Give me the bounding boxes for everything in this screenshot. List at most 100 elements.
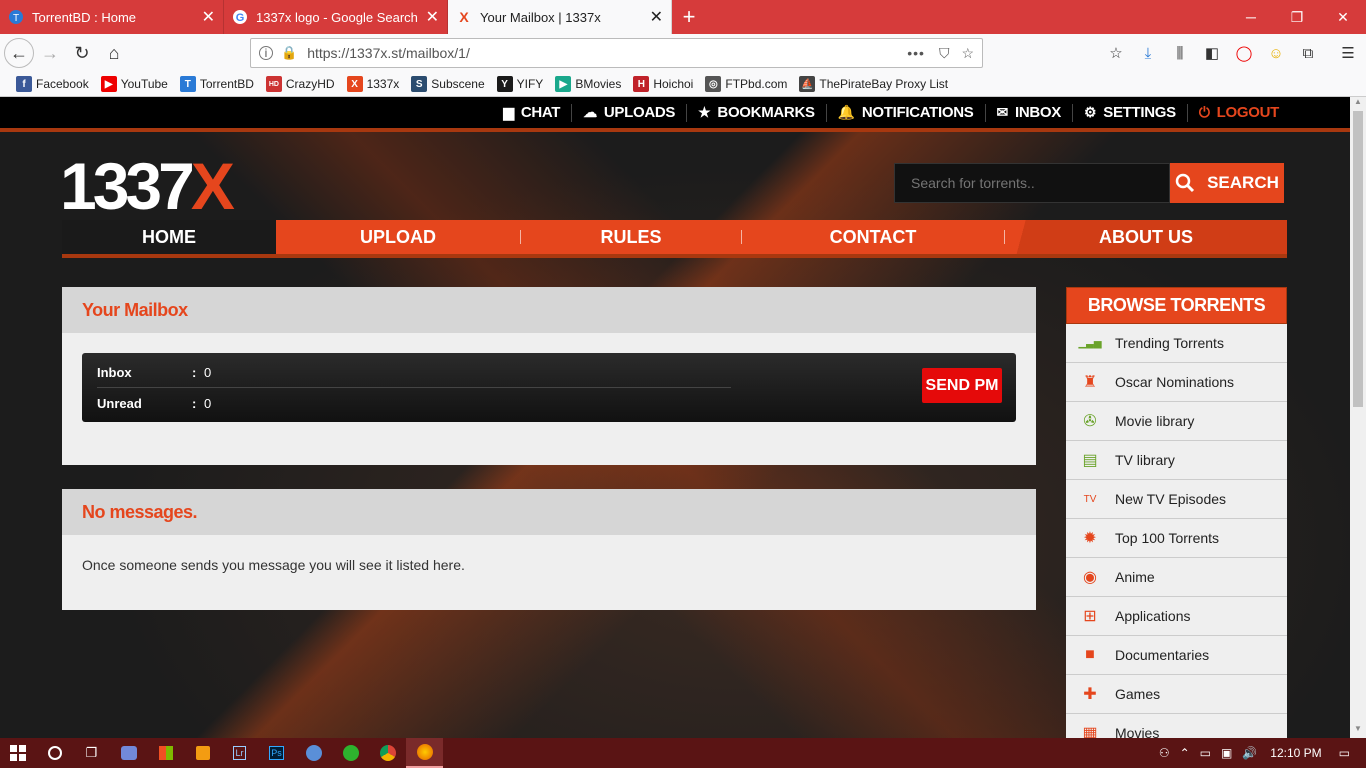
lightroom-icon[interactable]: Lr [221,738,258,768]
browse-item-anime[interactable]: ◉ Anime [1066,558,1287,597]
browse-item-oscar-nominations[interactable]: ♜ Oscar Nominations [1066,363,1287,402]
nav-about-us[interactable]: ABOUT US [1005,220,1287,254]
svg-text:T: T [13,13,19,24]
minimize-icon[interactable]: ─ [1228,0,1274,34]
library-icon[interactable]: ⫼ [1165,34,1195,72]
close-icon[interactable]: ✕ [426,7,439,27]
bookmark-ftpbd-com[interactable]: ◎ FTPbd.com [705,76,787,92]
people-icon[interactable]: ⚇ [1159,746,1170,760]
bookmark-bmovies[interactable]: ▶ BMovies [555,76,621,92]
store-icon[interactable] [147,738,184,768]
bookmark-subscene[interactable]: S Subscene [411,76,485,92]
battery-icon[interactable]: ▭ [1200,746,1211,760]
cortana-icon[interactable] [36,738,73,768]
chevron-up-icon[interactable]: ⌃ [1180,746,1190,760]
firefox-icon[interactable] [406,738,443,768]
browse-item-label: Movie library [1115,413,1195,429]
toplink-notifications[interactable]: 🔔 NOTIFICATIONS [827,103,986,122]
browse-item-top-100-torrents[interactable]: ✹ Top 100 Torrents [1066,519,1287,558]
home-button[interactable]: ⌂ [98,37,130,69]
toplink-uploads[interactable]: ☁ UPLOADS [572,103,688,122]
bookmark-label: YIFY [516,77,544,91]
action-center-icon[interactable]: ▭ [1339,746,1350,760]
network-icon[interactable]: ▣ [1221,746,1232,760]
qbittorrent-icon[interactable] [295,738,332,768]
scroll-up-icon[interactable]: ▲ [1350,97,1366,111]
unread-count: 0 [204,396,212,411]
bookmark-yify[interactable]: Y YIFY [496,76,544,92]
bookmark-1337x[interactable]: X 1337x [346,76,399,92]
bookmark-thepiratebay-proxy-list[interactable]: ⛵ ThePirateBay Proxy List [799,76,948,92]
messages-panel: No messages. Once someone sends you mess… [62,489,1036,610]
tab-google[interactable]: G 1337x logo - Google Search ✕ [224,0,448,34]
nav-upload[interactable]: UPLOAD [276,220,520,254]
emoji-extension-icon[interactable]: ☺ [1261,34,1291,72]
tab-torrentbd[interactable]: T TorrentBD : Home ✕ [0,0,224,34]
toplink-bookmarks[interactable]: ★ BOOKMARKS [687,103,827,122]
download-icon[interactable]: ⤓ [1133,34,1163,72]
sublime-icon[interactable] [184,738,221,768]
search-input[interactable] [894,163,1170,203]
page-actions-icon[interactable]: ••• [907,45,925,61]
windows-start-icon[interactable] [0,738,36,768]
photoshop-icon[interactable]: Ps [258,738,295,768]
browse-item-tv-library[interactable]: ▤ TV library [1066,441,1287,480]
toplink-settings[interactable]: ⚙ SETTINGS [1073,103,1188,122]
search-form: SEARCH [894,163,1284,203]
restore-icon[interactable]: ❐ [1274,0,1320,34]
bookmark-hoichoi[interactable]: H Hoichoi [633,76,693,92]
close-icon[interactable]: ✕ [650,7,663,27]
nav-rules[interactable]: RULES [521,220,741,254]
clock[interactable]: 12:10 PM [1270,746,1321,760]
discord-icon[interactable] [110,738,147,768]
toplink-logout[interactable]: ⏻ LOGOUT [1188,104,1290,122]
web-page: ▆ CHAT ☁ UPLOADS ★ BOOKMARKS 🔔 NOTIFICATIONS ✉ IN… [0,97,1350,738]
chrome-icon[interactable] [369,738,406,768]
forward-button[interactable]: → [34,37,66,69]
browse-item-games[interactable]: ✚ Games [1066,675,1287,714]
nav-home[interactable]: HOME [62,220,276,254]
browse-item-movie-library[interactable]: ✇ Movie library [1066,402,1287,441]
page-scrollbar[interactable]: ▲ ▼ [1350,97,1366,738]
bookmark-menu-icon[interactable]: ☆ [1101,34,1131,72]
close-window-icon[interactable]: ✕ [1320,0,1366,34]
bookmark-star-icon[interactable]: ☆ [961,45,974,62]
browse-item-movies[interactable]: ▦ Movies [1066,714,1287,738]
hamburger-menu-icon[interactable]: ☰ [1333,34,1363,72]
tab-1337x-mailbox[interactable]: X Your Mailbox | 1337x ✕ [448,0,672,34]
task-view-icon[interactable]: ❐ [73,738,110,768]
xbox-icon[interactable] [332,738,369,768]
browse-item-trending-torrents[interactable]: ▁▃▅ Trending Torrents [1066,324,1287,363]
toplink-inbox[interactable]: ✉ INBOX [986,103,1073,122]
scrollbar-thumb[interactable] [1353,111,1363,407]
browse-item-applications[interactable]: ⊞ Applications [1066,597,1287,636]
bookmark-label: TorrentBD [199,77,254,91]
google-icon: G [232,9,248,25]
send-pm-button[interactable]: SEND PM [922,368,1002,403]
bookmark-facebook[interactable]: f Facebook [16,76,89,92]
extension-icon[interactable]: ⧉ [1293,34,1323,72]
browse-item-documentaries[interactable]: ■ Documentaries [1066,636,1287,675]
system-tray: ⚇ ⌃ ▭ ▣ 🔊 12:10 PM ▭ [1154,738,1366,768]
volume-icon[interactable]: 🔊 [1242,746,1257,760]
scroll-down-icon[interactable]: ▼ [1350,724,1366,738]
reload-button[interactable]: ↻ [66,37,98,69]
nav-contact[interactable]: CONTACT [742,220,1004,254]
url-text[interactable]: https://1337x.st/mailbox/1/ [307,45,907,61]
sidebar-icon[interactable]: ◧ [1197,34,1227,72]
info-icon[interactable]: i [259,46,273,60]
toplink-chat[interactable]: ▆ CHAT [492,103,573,122]
pocket-icon[interactable]: ⛉ [939,45,950,62]
browse-item-new-tv-episodes[interactable]: TV New TV Episodes [1066,480,1287,519]
arrow-right-icon: → [41,42,59,63]
site-logo[interactable]: 1337X [60,153,235,219]
close-icon[interactable]: ✕ [202,7,215,27]
back-button[interactable]: ← [4,38,34,68]
bookmark-torrentbd[interactable]: T TorrentBD [179,76,254,92]
url-bar[interactable]: i 🔒 https://1337x.st/mailbox/1/ ••• ⛉ ☆ [250,38,983,68]
bookmark-crazyhd[interactable]: HD CrazyHD [265,76,335,92]
new-tab-button[interactable]: + [672,0,706,34]
search-button[interactable]: SEARCH [1170,163,1284,203]
bookmark-youtube[interactable]: ▶ YouTube [100,76,168,92]
opera-extension-icon[interactable]: ◯ [1229,34,1259,72]
